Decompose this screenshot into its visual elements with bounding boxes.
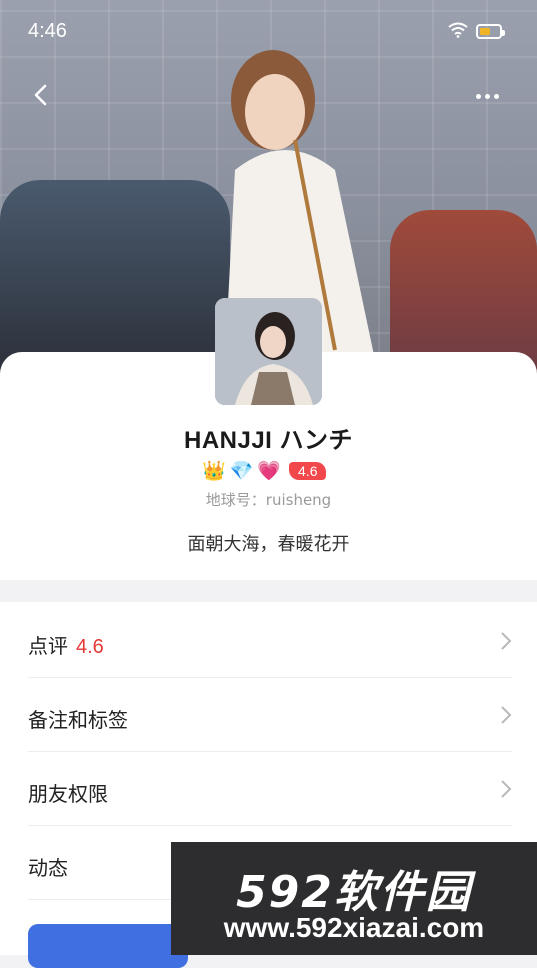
menu-item-label: 备注和标签 (28, 708, 128, 732)
chevron-right-icon (501, 780, 512, 798)
wifi-icon (448, 22, 468, 38)
menu-item-label: 朋友权限 (28, 782, 108, 806)
chevron-right-icon (501, 706, 512, 724)
menu-item-label: 动态 (28, 856, 68, 880)
battery-icon (476, 24, 505, 39)
profile-name: HANJJI ハンチ (183, 427, 354, 454)
more-dot (476, 94, 481, 99)
more-dot (485, 94, 490, 99)
back-button[interactable] (26, 80, 56, 110)
menu-item-friend-permissions[interactable]: 朋友权限 (28, 752, 512, 826)
crowd-shape (0, 180, 230, 380)
avatar[interactable] (215, 298, 322, 405)
watermark-brand: 592软件园 (236, 867, 472, 918)
rating-badge: 4.6 (289, 462, 327, 480)
avatar-image (215, 298, 322, 405)
diamond-icon: 💎 (229, 460, 254, 482)
primary-action-button[interactable] (28, 924, 188, 968)
crown-icon: 👑 (202, 460, 226, 482)
watermark: 592软件园 www.592xiazai.com (171, 842, 537, 955)
heart-icon: 💗 (257, 460, 282, 482)
signature-text: 面朝大海，春暖花开 (187, 534, 350, 555)
menu-item-review[interactable]: 点评 4.6 (28, 604, 512, 678)
menu-item-remarks-tags[interactable]: 备注和标签 (28, 678, 512, 752)
chevron-right-icon (501, 632, 512, 650)
watermark-url: www.592xiazai.com (223, 912, 485, 943)
status-time: 4:46 (28, 20, 67, 42)
more-button[interactable] (476, 84, 512, 104)
review-score: 4.6 (76, 636, 104, 658)
menu-item-label: 点评 4.6 (28, 634, 104, 658)
earth-id: 地球号：ruisheng (205, 491, 332, 509)
badge-row: 👑 💎 💗 4.6 (202, 459, 327, 483)
status-bar: 4:46 (0, 0, 537, 66)
more-dot (494, 94, 499, 99)
